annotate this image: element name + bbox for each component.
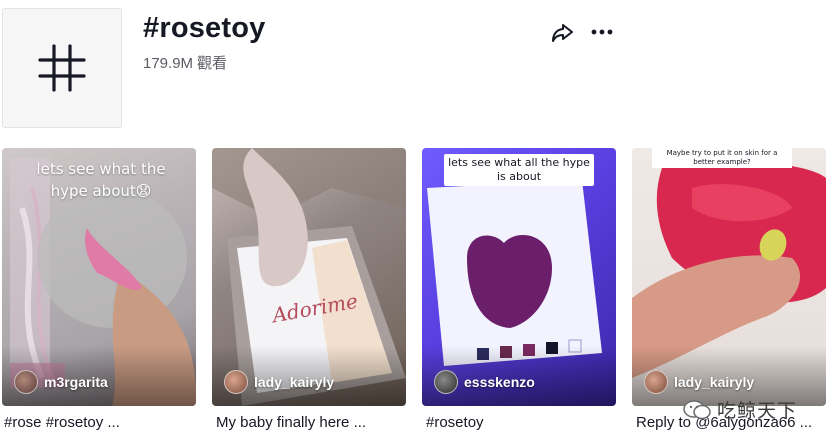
hashtag-avatar bbox=[2, 8, 122, 128]
hashtag-icon bbox=[38, 44, 86, 92]
video-overlay-text: Maybe try to put it on skin for a better… bbox=[652, 148, 792, 168]
author-name: m3rgarita bbox=[44, 374, 108, 390]
video-caption[interactable]: My baby finally here ... bbox=[216, 414, 412, 431]
video-overlay-text: lets see what all the hype is about bbox=[444, 154, 594, 186]
more-options-button[interactable] bbox=[588, 18, 616, 46]
wechat-icon bbox=[683, 399, 711, 419]
author-name: essskenzo bbox=[464, 374, 535, 390]
avatar bbox=[224, 370, 248, 394]
views-label: 觀看 bbox=[197, 55, 228, 72]
watermark-text: 吃鲸天下 bbox=[717, 400, 798, 422]
avatar bbox=[14, 370, 38, 394]
video-card[interactable]: Maybe try to put it on skin for a better… bbox=[632, 148, 826, 406]
avatar bbox=[644, 370, 668, 394]
share-button[interactable] bbox=[548, 18, 576, 46]
video-card[interactable]: lets see what all the hype is about esss… bbox=[422, 148, 616, 406]
video-author[interactable]: lady_kairyly bbox=[224, 370, 334, 394]
author-name: lady_kairyly bbox=[674, 374, 755, 390]
video-author[interactable]: lady_kairyly bbox=[644, 370, 754, 394]
hashtag-title: #rosetoy bbox=[143, 12, 266, 44]
share-icon bbox=[552, 24, 573, 42]
watermark: 吃鲸天下 bbox=[683, 396, 797, 423]
views-number: 179.9M bbox=[143, 55, 194, 72]
video-author[interactable]: essskenzo bbox=[434, 370, 535, 394]
video-author[interactable]: m3rgarita bbox=[14, 370, 108, 394]
views-count: 179.9M 觀看 bbox=[143, 52, 231, 73]
avatar bbox=[434, 370, 458, 394]
video-caption[interactable]: #rosetoy bbox=[426, 414, 622, 431]
author-name: lady_kairyly bbox=[254, 374, 335, 390]
video-card[interactable]: lets see what the hype about😧 m3rgarita bbox=[2, 148, 196, 406]
video-caption[interactable]: #rose #rosetoy ... bbox=[4, 414, 200, 431]
more-icon bbox=[591, 29, 613, 35]
video-overlay-text: lets see what the hype about😧 bbox=[36, 160, 166, 200]
video-card[interactable]: Adorime lady_kairyly bbox=[212, 148, 406, 406]
